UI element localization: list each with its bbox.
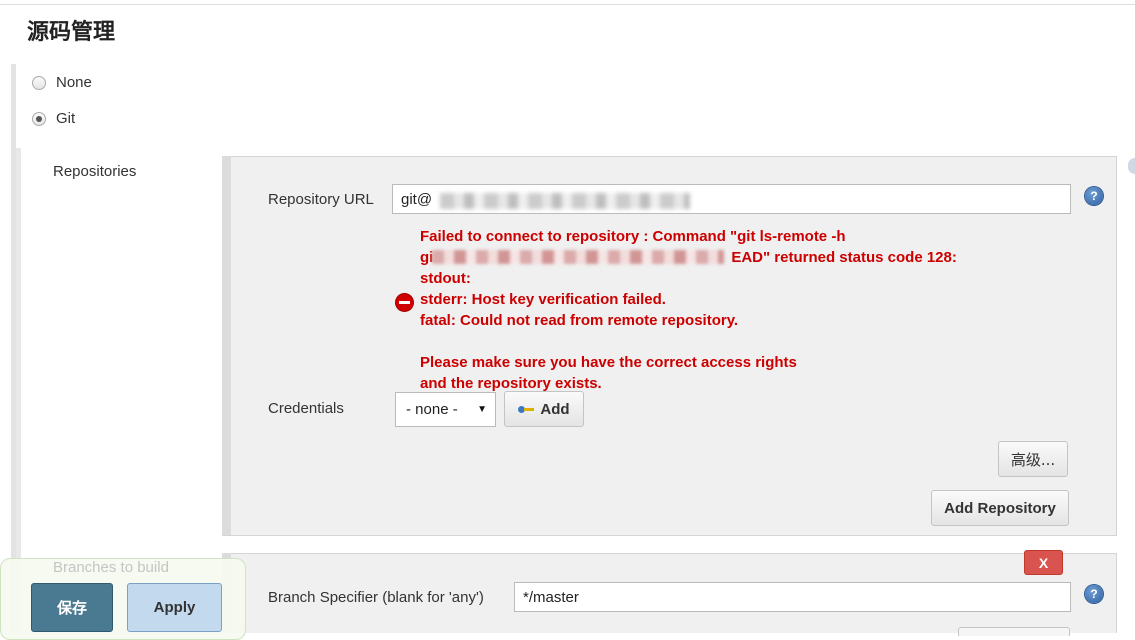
add-credentials-label: Add — [540, 400, 570, 418]
branch-specifier-value: */master — [523, 588, 579, 606]
key-icon — [518, 404, 536, 414]
branches-label: Branches to build — [53, 559, 169, 576]
error-icon — [396, 294, 413, 311]
section-title: 源码管理 — [27, 20, 116, 45]
scm-option-none[interactable]: None — [32, 74, 92, 91]
redacted-url — [440, 193, 690, 209]
error-line: stdout: — [420, 270, 471, 287]
repository-url-help-icon[interactable]: ? — [1085, 187, 1103, 205]
repositories-label: Repositories — [53, 163, 137, 180]
error-line: Failed to connect to repository : Comman… — [420, 228, 846, 245]
scroll-indicator — [1128, 158, 1135, 174]
delete-branch-label: X — [1038, 554, 1049, 571]
credentials-label: Credentials — [268, 400, 344, 417]
add-repository-button[interactable]: Add Repository — [931, 490, 1069, 526]
radio-git[interactable] — [32, 111, 46, 126]
redacted-error-url — [432, 250, 724, 264]
scm-option-git-label: Git — [56, 110, 76, 127]
delete-branch-button[interactable]: X — [1024, 550, 1063, 575]
scm-option-git[interactable]: Git — [32, 110, 75, 127]
credentials-value: - none - — [406, 401, 458, 418]
repository-panel-border — [222, 156, 231, 535]
error-line — [420, 331, 1020, 352]
apply-button[interactable]: Apply — [127, 583, 222, 632]
add-repository-label: Add Repository — [944, 499, 1056, 517]
radio-none[interactable] — [32, 75, 46, 90]
error-line: Please make sure you have the correct ac… — [420, 354, 797, 371]
repository-url-value: git@ — [401, 190, 433, 208]
branch-specifier-help-icon[interactable]: ? — [1085, 585, 1103, 603]
scm-option-none-label: None — [56, 74, 92, 91]
error-line: stderr: Host key verification failed. — [420, 291, 666, 308]
top-divider — [0, 4, 1135, 5]
error-line: fatal: Could not read from remote reposi… — [420, 312, 739, 329]
save-button[interactable]: 保存 — [31, 583, 113, 632]
add-credentials-button[interactable]: Add — [504, 391, 584, 427]
chevron-down-icon: ▼ — [477, 404, 487, 415]
credentials-select[interactable]: - none - ▼ — [395, 392, 496, 427]
advanced-label: 高级... — [1010, 450, 1056, 469]
advanced-button[interactable]: 高级... — [998, 441, 1068, 477]
branch-specifier-input[interactable]: */master — [514, 582, 1071, 612]
repository-url-label: Repository URL — [268, 191, 374, 208]
branch-specifier-label: Branch Specifier (blank for 'any') — [268, 589, 484, 606]
